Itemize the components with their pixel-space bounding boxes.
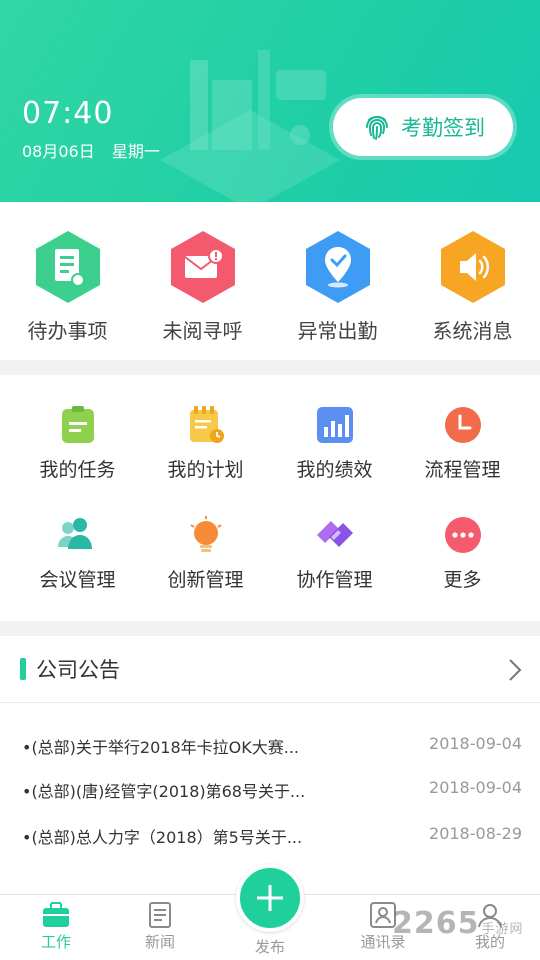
- grid-item-label: 我的绩效: [296, 459, 373, 481]
- quick-item-unread-pager[interactable]: 未阅寻呼: [135, 202, 270, 360]
- handshake-icon: [316, 521, 353, 547]
- quick-item-todo[interactable]: 待办事项: [0, 202, 135, 360]
- publish-button[interactable]: [236, 864, 304, 932]
- quick-item-system-messages[interactable]: 系统消息: [405, 202, 540, 360]
- clock-icon: [444, 407, 481, 443]
- notice-item-date: 2018-08-29: [429, 824, 522, 843]
- grid-item-innovation-management[interactable]: 创新管理: [138, 515, 273, 592]
- banner-illustration: [160, 50, 340, 202]
- grid-item-meeting-management[interactable]: 会议管理: [10, 515, 145, 592]
- quick-item-label: 待办事项: [27, 319, 108, 343]
- meeting-icon: [57, 518, 92, 549]
- header-banner: 07:40 08月06日 星期一 考勤签到: [0, 0, 540, 202]
- notice-item-date: 2018-09-04: [429, 734, 522, 753]
- notice-header[interactable]: 公司公告: [0, 636, 540, 703]
- plus-icon: [257, 885, 283, 911]
- checkin-button[interactable]: 考勤签到: [333, 98, 513, 156]
- grid-item-label: 创新管理: [167, 569, 244, 591]
- grid-item-process-management[interactable]: 流程管理: [395, 405, 530, 482]
- notice-item-text: (总部)(唐)经管字(2018)第68号关于...: [31, 782, 306, 801]
- company-notice-panel: 公司公告 •(总部)关于举行2018年卡拉OK大赛... 2018-09-04 …: [0, 636, 540, 894]
- grid-item-label: 协作管理: [296, 569, 373, 591]
- notice-title: 公司公告: [36, 658, 120, 682]
- tab-work[interactable]: 工作: [16, 901, 96, 952]
- watermark-main: 2265: [392, 906, 480, 941]
- notice-item[interactable]: •(总部)总人力字（2018）第5号关于... 2018-08-29: [22, 824, 522, 848]
- app-screen: 07:40 08月06日 星期一 考勤签到 待办事项 未阅寻呼 异常出勤 系统消…: [0, 0, 540, 960]
- briefcase-icon: [43, 902, 69, 927]
- chevron-right-icon[interactable]: [508, 658, 522, 682]
- publish-label: 发布: [254, 938, 285, 956]
- quick-actions: 待办事项 未阅寻呼 异常出勤 系统消息: [0, 202, 540, 360]
- quick-item-label: 系统消息: [432, 319, 513, 343]
- checkin-label: 考勤签到: [401, 116, 485, 140]
- quick-item-abnormal-attendance[interactable]: 异常出勤: [270, 202, 405, 360]
- performance-icon: [316, 407, 353, 443]
- grid-item-label: 流程管理: [424, 459, 501, 481]
- current-date: 08月06日 星期一: [22, 138, 172, 162]
- plan-icon: [189, 406, 224, 443]
- grid-item-collaboration-management[interactable]: 协作管理: [267, 515, 402, 592]
- tab-label: 工作: [40, 933, 71, 951]
- grid-item-more[interactable]: 更多: [395, 515, 530, 592]
- notice-item-title: •(总部)总人力字（2018）第5号关于...: [22, 828, 303, 847]
- tab-news[interactable]: 新闻: [120, 901, 200, 952]
- more-icon: [444, 517, 481, 553]
- notice-item[interactable]: •(总部)关于举行2018年卡拉OK大赛... 2018-09-04: [22, 734, 522, 758]
- tab-label: 新闻: [144, 933, 175, 951]
- lightbulb-icon: [189, 516, 222, 552]
- notice-item-title: •(总部)关于举行2018年卡拉OK大赛...: [22, 738, 299, 757]
- date-label: 08月06日: [22, 142, 95, 161]
- notice-item-text: (总部)总人力字（2018）第5号关于...: [31, 828, 303, 847]
- weekday-label: 星期一: [111, 142, 160, 161]
- section-accent-bar: [20, 658, 26, 680]
- grid-item-label: 我的计划: [167, 459, 244, 481]
- site-watermark: 2265手游网 .com: [392, 906, 540, 960]
- news-icon: [149, 902, 171, 928]
- mail-icon: [170, 231, 235, 303]
- quick-item-label: 异常出勤: [297, 319, 378, 343]
- function-grid: 我的任务 我的计划 我的绩效 流程管理 会议管理 创新管理 协作管理 更多: [0, 375, 540, 621]
- fingerprint-icon: [366, 115, 388, 140]
- speaker-icon: [440, 231, 505, 303]
- notice-item-date: 2018-09-04: [429, 778, 522, 797]
- location-check-icon: [305, 231, 370, 303]
- task-icon: [61, 406, 94, 443]
- notice-item[interactable]: •(总部)(唐)经管字(2018)第68号关于... 2018-09-04: [22, 778, 522, 802]
- grid-item-my-performance[interactable]: 我的绩效: [267, 405, 402, 482]
- grid-item-label: 会议管理: [39, 569, 116, 591]
- todo-icon: [35, 231, 100, 303]
- current-time: 07:40: [22, 96, 114, 131]
- quick-item-label: 未阅寻呼: [162, 319, 243, 343]
- notice-item-title: •(总部)(唐)经管字(2018)第68号关于...: [22, 782, 306, 801]
- grid-item-my-plan[interactable]: 我的计划: [138, 405, 273, 482]
- grid-item-my-tasks[interactable]: 我的任务: [10, 405, 145, 482]
- grid-item-label: 更多: [443, 569, 482, 591]
- grid-item-label: 我的任务: [39, 459, 116, 481]
- notice-item-text: (总部)关于举行2018年卡拉OK大赛...: [31, 738, 299, 757]
